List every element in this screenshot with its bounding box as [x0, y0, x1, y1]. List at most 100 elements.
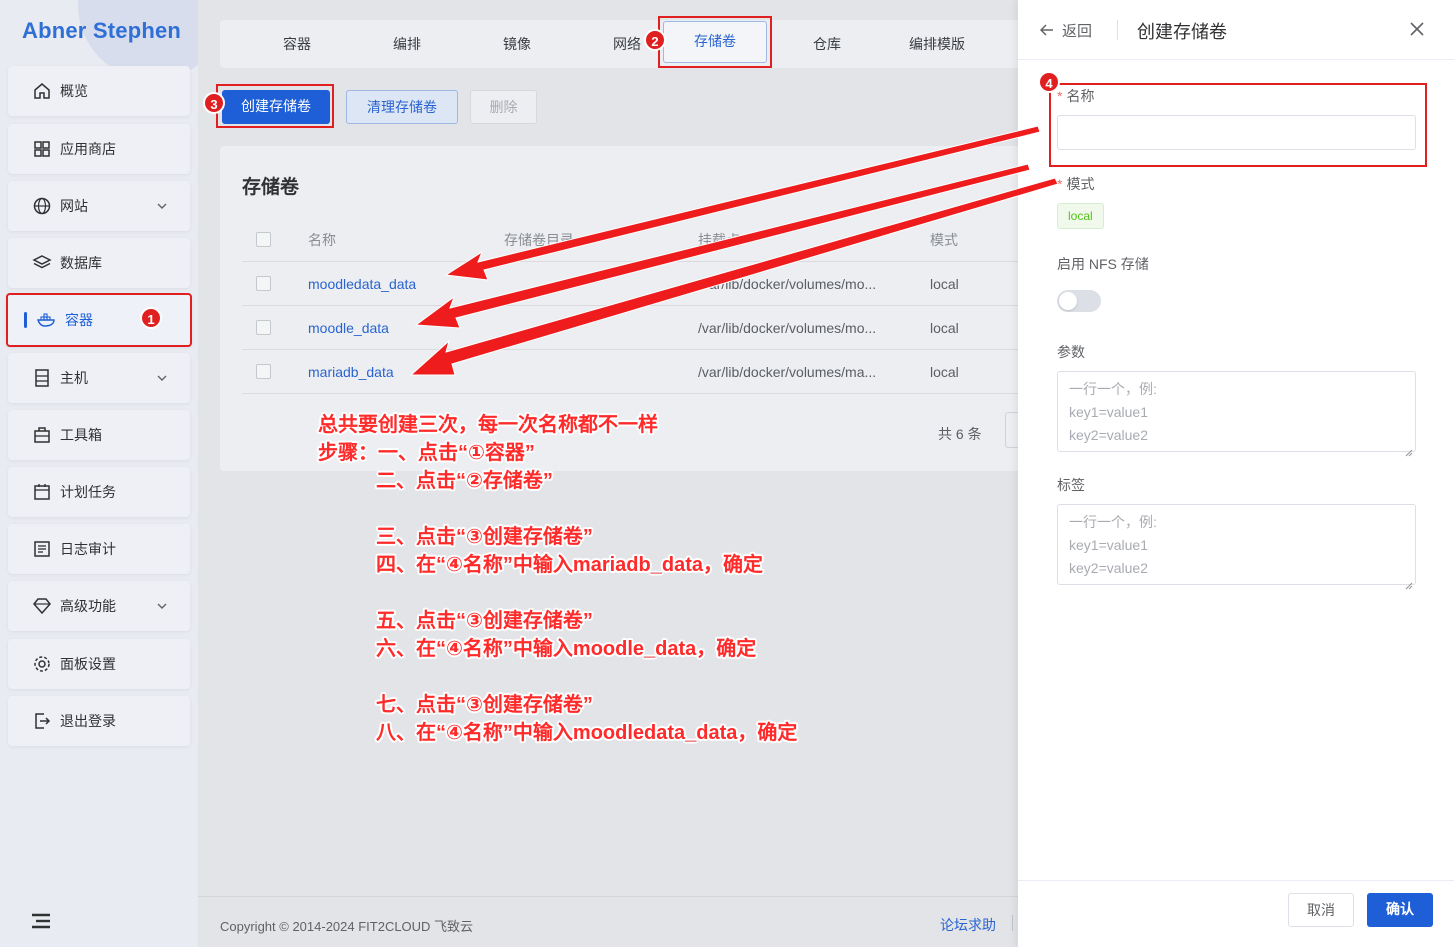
annotation-badge-2: 2 [644, 29, 666, 51]
header-divider [1117, 20, 1118, 40]
back-button[interactable]: 返回 [1039, 20, 1093, 41]
sidebar-item-database[interactable]: 数据库 [8, 238, 190, 288]
table-row: moodledata_data /var/lib/docker/volumes/… [242, 262, 1042, 306]
volume-name-link[interactable]: moodledata_data [308, 262, 416, 306]
sidebar-item-label: 日志审计 [60, 541, 116, 557]
sidebar-item-label: 应用商店 [60, 141, 116, 157]
column-header-mount: 挂载点 [698, 232, 740, 248]
docker-icon [37, 310, 57, 330]
table-header: 名称 存储卷目录 挂载点 模式 [242, 218, 1042, 262]
labels-label: 标签 [1057, 477, 1085, 493]
params-placeholder: 一行一个，例: key1=value1 key2=value2 [1069, 381, 1157, 443]
tab-compose-templates[interactable]: 编排模版 [882, 20, 992, 68]
card-title: 存储卷 [242, 177, 300, 198]
sidebar-item-container[interactable]: 容器 [6, 293, 192, 347]
sidebar-item-label: 主机 [60, 370, 88, 386]
sidebar-item-label: 概览 [60, 83, 88, 99]
prune-volumes-button[interactable]: 清理存储卷 [346, 90, 458, 124]
mode-cell: local [930, 320, 959, 336]
sidebar-item-label: 工具箱 [60, 427, 102, 443]
folder-icon[interactable] [508, 365, 522, 379]
name-label: * 名称 [1057, 86, 1094, 106]
nfs-toggle[interactable] [1057, 290, 1101, 312]
sidebar-item-website[interactable]: 网站 [8, 181, 190, 231]
sidebar-item-toolbox[interactable]: 工具箱 [8, 410, 190, 460]
arrow-left-icon [1039, 23, 1054, 40]
footer-divider [1012, 915, 1013, 931]
table-row: moodle_data /var/lib/docker/volumes/mo..… [242, 306, 1042, 350]
create-volume-button[interactable]: 创建存储卷 [222, 90, 330, 124]
tab-volumes[interactable]: 存储卷 [658, 16, 772, 68]
back-label: 返回 [1062, 23, 1093, 40]
sidebar-item-settings[interactable]: 面板设置 [8, 639, 190, 689]
name-input[interactable] [1057, 115, 1416, 150]
annotation-badge-1: 1 [140, 307, 162, 329]
column-header-mode: 模式 [930, 232, 958, 248]
table-row: mariadb_data /var/lib/docker/volumes/ma.… [242, 350, 1042, 394]
sidebar: Abner Stephen 概览 应用商店 网站 数据库 容器 主机 工具箱 计… [0, 0, 198, 947]
mode-cell: local [930, 364, 959, 380]
required-mark: * [1057, 176, 1063, 192]
drawer-footer: 取消 确认 [1018, 880, 1454, 947]
toolbox-icon [32, 425, 52, 445]
row-checkbox[interactable] [256, 276, 271, 291]
sidebar-item-advanced[interactable]: 高级功能 [8, 581, 190, 631]
folder-icon[interactable] [508, 321, 522, 335]
grid-icon [32, 139, 52, 159]
sidebar-item-label: 数据库 [60, 255, 102, 271]
sidebar-item-host[interactable]: 主机 [8, 353, 190, 403]
sidebar-item-logout[interactable]: 退出登录 [8, 696, 190, 746]
mode-label: * 模式 [1057, 174, 1094, 194]
params-textarea[interactable]: 一行一个，例: key1=value1 key2=value2 [1057, 371, 1416, 457]
sidebar-item-label: 容器 [65, 312, 93, 328]
tab-images[interactable]: 镜像 [462, 20, 572, 68]
volume-name-link[interactable]: mariadb_data [308, 350, 394, 394]
tab-repositories[interactable]: 仓库 [772, 20, 882, 68]
mode-label-text: 模式 [1066, 176, 1095, 192]
calendar-icon [32, 482, 52, 502]
forum-link[interactable]: 论坛求助 [940, 915, 996, 935]
menu-collapse-icon[interactable] [30, 910, 52, 932]
labels-textarea[interactable]: 一行一个，例: key1=value1 key2=value2 [1057, 504, 1416, 590]
annotation-line: 八、在“④名称”中输入moodledata_data，确定 [376, 722, 798, 744]
sidebar-item-logs[interactable]: 日志审计 [8, 524, 190, 574]
annotation-line: 总共要创建三次，每一次名称都不一样 [318, 414, 658, 436]
log-icon [32, 539, 52, 559]
copyright-text: Copyright © 2014-2024 FIT2CLOUD 飞致云 [220, 919, 474, 934]
sidebar-item-app-store[interactable]: 应用商店 [8, 124, 190, 174]
brand-logo[interactable]: Abner Stephen [22, 18, 181, 44]
mount-point: /var/lib/docker/volumes/mo... [698, 276, 877, 292]
drawer-title: 创建存储卷 [1137, 22, 1227, 42]
main-content: 容器 编排 镜像 网络 存储卷 仓库 编排模版 2 创建存储卷 3 清理存储卷 … [198, 0, 1042, 947]
mode-cell: local [930, 276, 959, 292]
folder-icon[interactable] [508, 277, 522, 291]
close-icon[interactable] [1408, 20, 1426, 38]
sidebar-item-label: 网站 [60, 198, 88, 214]
globe-icon [32, 196, 52, 216]
sidebar-item-overview[interactable]: 概览 [8, 66, 190, 116]
annotation-line: 二、点击“②存储卷” [376, 470, 553, 492]
mount-point: /var/lib/docker/volumes/ma... [698, 364, 877, 380]
tab-volumes-label: 存储卷 [663, 21, 767, 63]
row-checkbox[interactable] [256, 320, 271, 335]
row-checkbox[interactable] [256, 364, 271, 379]
confirm-button[interactable]: 确认 [1367, 893, 1433, 927]
sidebar-item-label: 退出登录 [60, 713, 116, 729]
select-all-checkbox[interactable] [256, 232, 271, 247]
sidebar-item-cron[interactable]: 计划任务 [8, 467, 190, 517]
volume-name-link[interactable]: moodle_data [308, 306, 389, 350]
resize-grip-icon[interactable] [1405, 441, 1413, 457]
labels-placeholder: 一行一个，例: key1=value1 key2=value2 [1069, 514, 1157, 576]
delete-button[interactable]: 删除 [470, 90, 537, 124]
container-tabs: 容器 编排 镜像 网络 存储卷 仓库 编排模版 [220, 16, 1030, 68]
cancel-button[interactable]: 取消 [1288, 893, 1354, 927]
tab-compose[interactable]: 编排 [352, 20, 462, 68]
sidebar-item-label: 面板设置 [60, 656, 116, 672]
drawer-header: 返回 创建存储卷 [1018, 0, 1454, 60]
resize-grip-icon[interactable] [1405, 574, 1413, 590]
chevron-down-icon [156, 199, 168, 215]
chevron-down-icon [156, 599, 168, 615]
tab-containers[interactable]: 容器 [242, 20, 352, 68]
server-icon [32, 368, 52, 388]
sidebar-item-label: 高级功能 [60, 598, 116, 614]
